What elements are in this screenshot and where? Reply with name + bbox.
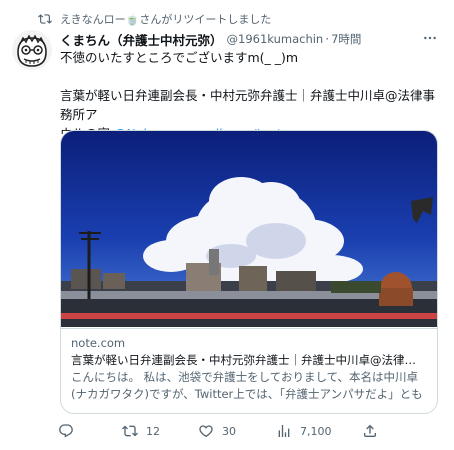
like-button[interactable]: 30 [198, 420, 236, 442]
card-title: 言葉が軽い日弁連副会長・中村元弥弁護士｜弁護士中川卓@法律事務... [71, 353, 427, 367]
share-button[interactable] [362, 420, 378, 442]
retweet-icon [38, 12, 52, 26]
avatar[interactable] [12, 30, 52, 70]
tweet-header: くまちん（弁護士中村元弥） @1961kumachin · 7時間 [60, 30, 442, 48]
retweet-count: 12 [146, 424, 160, 438]
author-name[interactable]: くまちん（弁護士中村元弥） [60, 30, 223, 49]
tweet-line-2: 言葉が軽い日弁連副会長・中村元弥弁護士｜弁護士中川卓@法律事務所ア [60, 88, 436, 122]
link-card[interactable]: note.com 言葉が軽い日弁連副会長・中村元弥弁護士｜弁護士中川卓@法律事務… [60, 130, 438, 414]
card-image[interactable] [61, 131, 437, 327]
like-count: 30 [222, 424, 236, 438]
tweet-line-1: 不徳のいたすところでございますm(_ _)m [60, 50, 299, 65]
more-options-button[interactable] [420, 28, 440, 48]
card-body[interactable]: note.com 言葉が軽い日弁連副会長・中村元弥弁護士｜弁護士中川卓@法律事務… [61, 328, 437, 403]
views-button[interactable]: 7,100 [276, 420, 332, 442]
card-domain: note.com [71, 336, 126, 350]
retweet-icon [122, 425, 138, 437]
separator-dot: · [325, 32, 330, 46]
views-icon [278, 425, 290, 437]
heart-icon [199, 425, 213, 438]
card-description: こんにちは。 私は、池袋で弁護士をしておりまして、本名は中川卓(ナカガワタク)で… [71, 370, 423, 401]
tweet-timestamp[interactable]: 7時間 [331, 31, 361, 47]
retweet-indicator-text: えきなんロー🍵さんがリツイートしました [60, 13, 272, 26]
author-handle[interactable]: @1961kumachin [227, 32, 324, 46]
retweet-button[interactable]: 12 [122, 420, 160, 442]
retweet-indicator[interactable]: えきなんロー🍵さんがリツイートしました [38, 10, 271, 28]
share-icon [364, 424, 376, 437]
more-icon [424, 36, 436, 40]
tweet-text: 不徳のいたすところでございますm(_ _)m 言葉が軽い日弁連副会長・中村元弥弁… [60, 48, 440, 143]
reply-button[interactable] [58, 420, 82, 442]
action-bar: 12 30 7,100 [58, 420, 438, 442]
reply-icon [59, 424, 73, 438]
views-count: 7,100 [300, 424, 332, 438]
